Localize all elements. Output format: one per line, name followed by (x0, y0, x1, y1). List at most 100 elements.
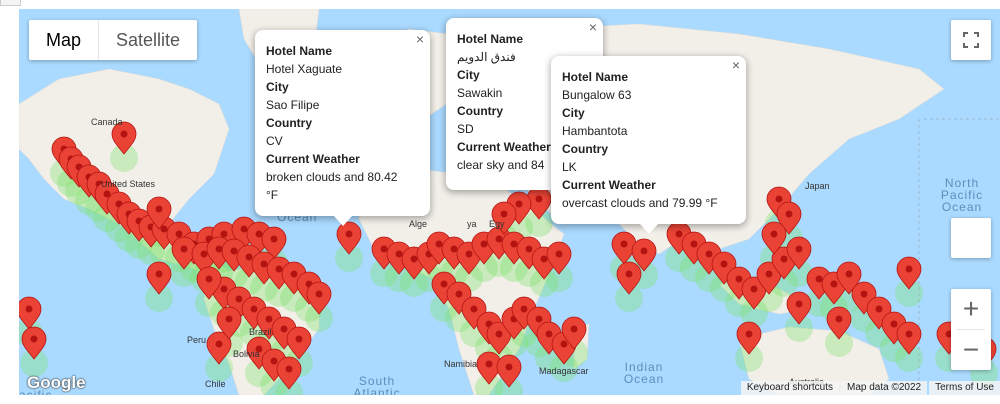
close-icon[interactable]: × (732, 58, 740, 72)
marker-dot (765, 270, 773, 278)
marker-dot (250, 305, 258, 313)
marker-dot (455, 290, 463, 298)
marker-dot (215, 245, 223, 253)
marker-dot (535, 195, 543, 203)
label-chile: Chile (205, 379, 226, 389)
marker-dot (555, 250, 563, 258)
marker-dot (435, 240, 443, 248)
marker-dot (625, 270, 633, 278)
marker-dot (315, 290, 323, 298)
weather-label: Current Weather (562, 178, 656, 192)
zoom-out-button[interactable]: − (951, 330, 991, 370)
country: LK (562, 160, 577, 174)
close-icon[interactable]: × (416, 32, 424, 46)
marker-dot (875, 305, 883, 313)
marker-dot (905, 265, 913, 273)
marker-dot (675, 230, 683, 238)
marker-dot (440, 280, 448, 288)
marker-dot (155, 205, 163, 213)
map-type-control: Map Satellite (29, 20, 198, 60)
label-brazil: Brazil (249, 327, 272, 337)
marker-dot (205, 275, 213, 283)
info-window-hambantota: × Hotel Name Bungalow 63 City Hambantota… (551, 56, 746, 234)
hotel-name-label: Hotel Name (562, 70, 629, 84)
label-libya: ya (467, 219, 477, 229)
marker-dot (500, 210, 508, 218)
map-type-satellite-button[interactable]: Satellite (99, 20, 197, 60)
marker-dot (775, 195, 783, 203)
hotel-name-label: Hotel Name (266, 44, 333, 58)
marker-dot (860, 290, 868, 298)
marker-dot (795, 245, 803, 253)
marker-dot (295, 335, 303, 343)
marker-dot (495, 235, 503, 243)
marker-dot (290, 270, 298, 278)
marker-dot (245, 253, 253, 261)
marker-dot (735, 275, 743, 283)
window-handle (0, 0, 21, 6)
street-view-pegman[interactable] (951, 218, 991, 258)
weather-label: Current Weather (266, 152, 360, 166)
label-algeria: Alge (409, 219, 428, 229)
city-label: City (266, 80, 289, 94)
label-united-states: United States (101, 179, 156, 189)
marker-dot (770, 230, 778, 238)
marker-dot (160, 225, 168, 233)
marker-dot (470, 305, 478, 313)
weather: broken clouds and 80.42 °F (266, 170, 398, 202)
marker-dot (450, 245, 458, 253)
marker-dot (395, 250, 403, 258)
marker-dot (890, 320, 898, 328)
marker-dot (220, 230, 228, 238)
label-egypt: Egy (489, 219, 505, 229)
marker-dot (275, 265, 283, 273)
marker-dot (410, 255, 418, 263)
marker-dot (270, 357, 278, 365)
label-namibia: Namibia (444, 359, 478, 369)
marker-dot (540, 255, 548, 263)
marker-dot (345, 230, 353, 238)
terms-of-use-link[interactable]: Terms of Use (929, 381, 1000, 395)
label-north-pacific: North Pacific Ocean (940, 176, 984, 214)
marker-dot (230, 247, 238, 255)
marker-dot (485, 360, 493, 368)
keyboard-shortcuts-link[interactable]: Keyboard shortcuts (740, 381, 839, 395)
hotel-name-label: Hotel Name (457, 32, 524, 46)
marker-dot (200, 250, 208, 258)
marker-dot (280, 325, 288, 333)
city: Sao Filipe (266, 98, 320, 112)
label-canada: Canada (91, 117, 123, 127)
close-icon[interactable]: × (589, 20, 597, 34)
label-peru: Peru (187, 335, 207, 345)
marker-dot (520, 305, 528, 313)
city: Hambantota (562, 124, 628, 138)
fullscreen-button[interactable] (951, 20, 991, 60)
zoom-in-button[interactable]: + (951, 289, 991, 329)
label-indian-ocean: Indian Ocean (623, 360, 665, 386)
marker-dot (845, 270, 853, 278)
marker-dot (705, 250, 713, 258)
hotel-name: Bungalow 63 (562, 88, 632, 102)
marker-dot (510, 240, 518, 248)
marker-dot (180, 245, 188, 253)
label-south-atlantic: South Atlantic (353, 374, 401, 395)
marker-dot (215, 340, 223, 348)
map-data-attribution: Map data ©2022 (841, 381, 928, 395)
zoom-control: + − (951, 289, 991, 370)
marker-dot (265, 315, 273, 323)
world-map[interactable]: Canada United States Japan Peru Brazil B… (19, 9, 1000, 395)
marker-dot (535, 315, 543, 323)
country-label: Country (266, 116, 312, 130)
marker-dot (255, 230, 263, 238)
marker-dot (505, 363, 513, 371)
map-type-map-button[interactable]: Map (29, 20, 98, 60)
google-logo[interactable]: Google (27, 373, 86, 393)
country: CV (266, 134, 283, 148)
marker-dot (570, 325, 578, 333)
weather: overcast clouds and 79.99 °F (562, 196, 718, 210)
marker-dot (25, 305, 33, 313)
label-bolivia: Bolivia (233, 349, 260, 359)
marker-dot (285, 365, 293, 373)
country-label: Country (562, 142, 608, 156)
marker-dot (240, 225, 248, 233)
